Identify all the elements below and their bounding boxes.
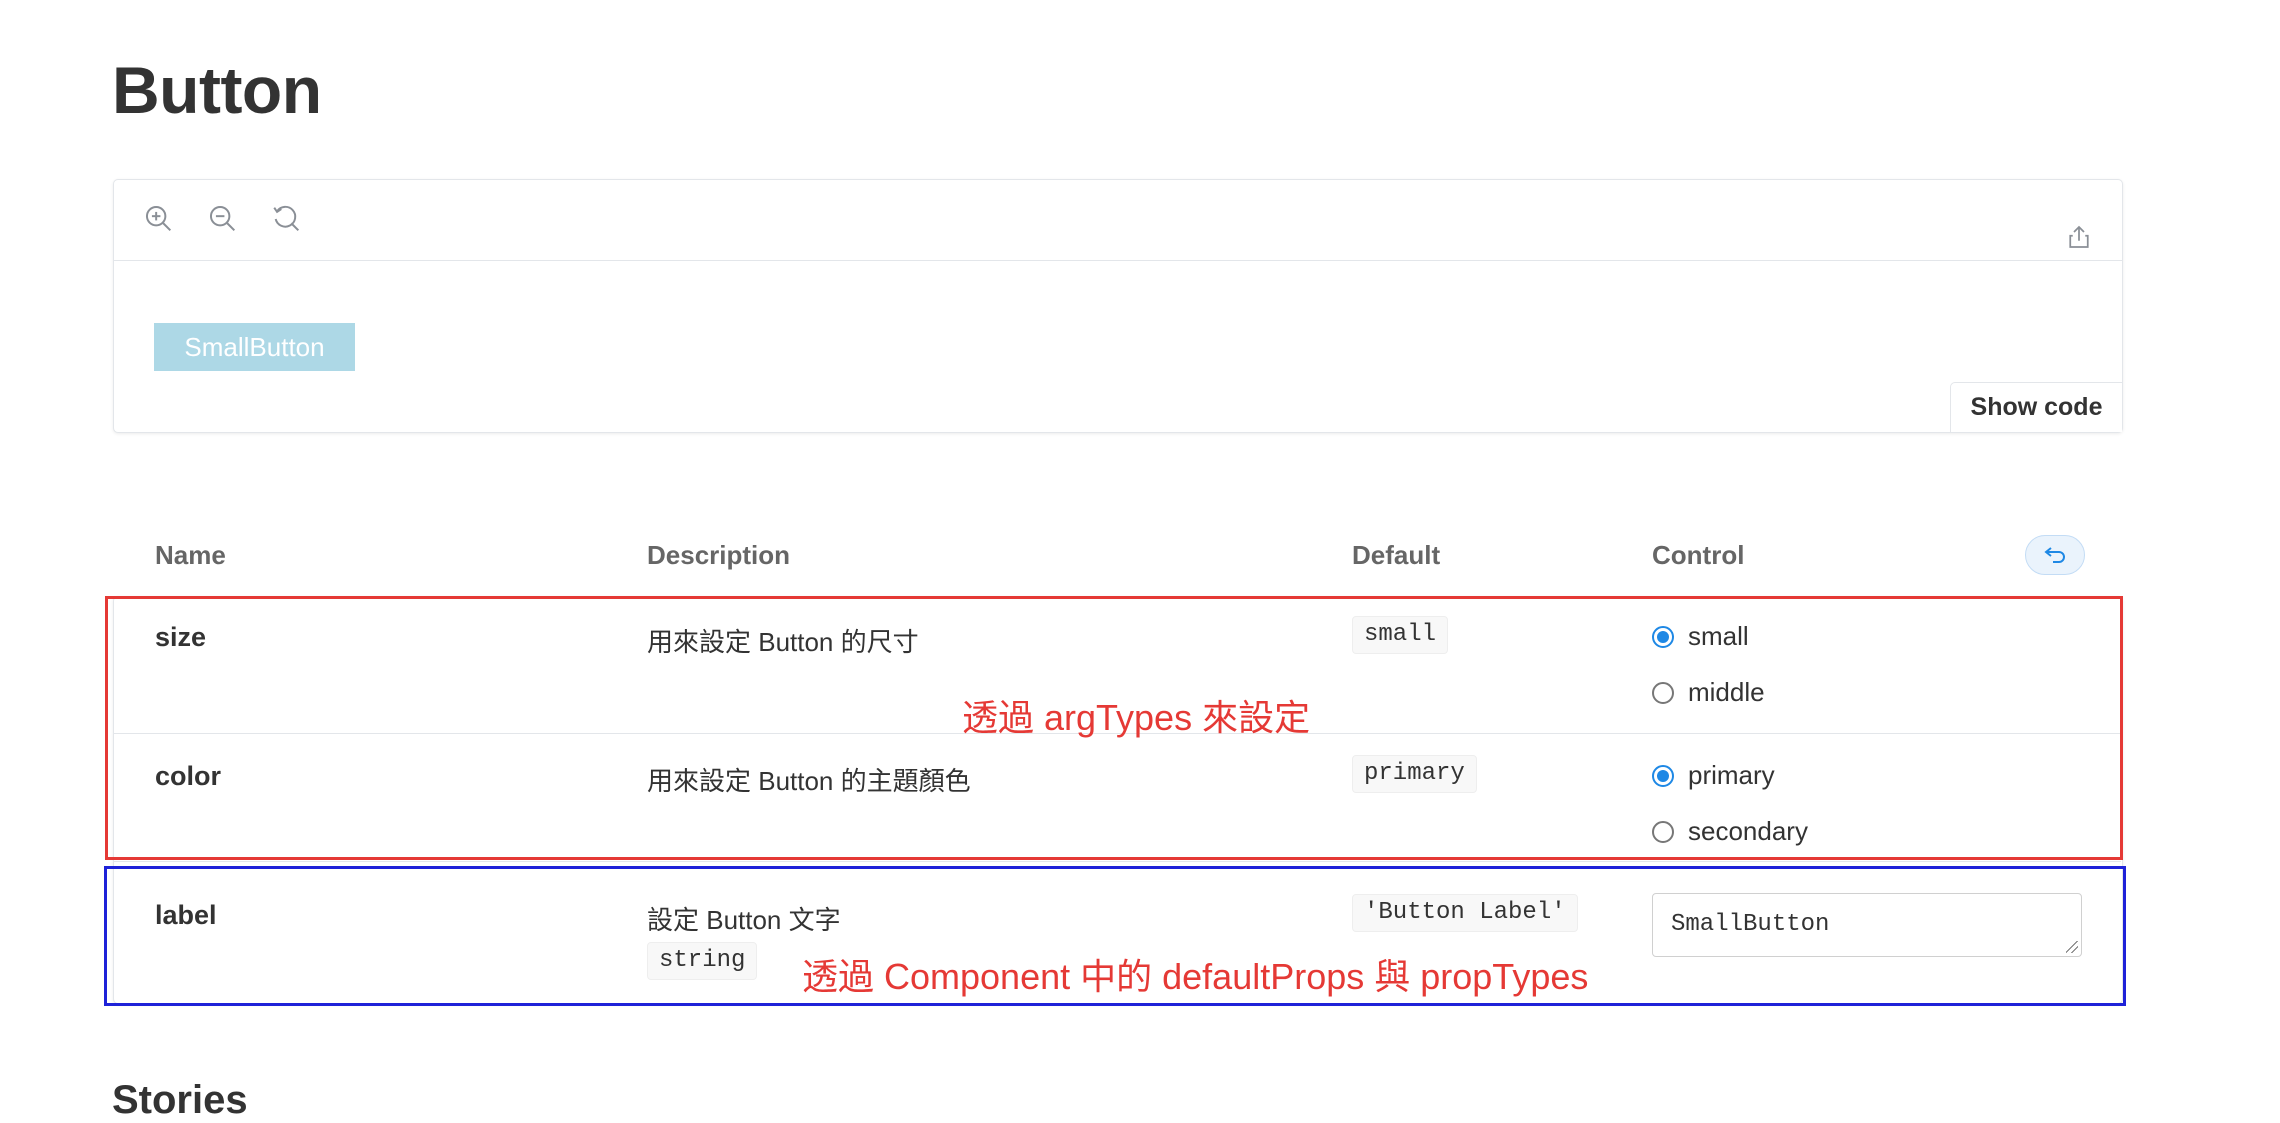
story-preview-canvas: SmallButton Show code xyxy=(113,179,2123,433)
row-divider xyxy=(113,861,2121,862)
annotation-blue-text: 透過 Component 中的 defaultProps 與 propTypes xyxy=(802,956,1589,997)
undo-icon xyxy=(2044,547,2065,563)
canvas-toolbar xyxy=(114,180,2122,261)
annotation-red-text: 透過 argTypes 來設定 xyxy=(962,697,1311,738)
zoom-in-icon[interactable] xyxy=(142,202,176,236)
column-header-control: Control xyxy=(1652,540,1745,570)
column-header-name: Name xyxy=(155,540,226,570)
show-code-button[interactable]: Show code xyxy=(1950,382,2122,432)
column-header-default: Default xyxy=(1352,540,1441,570)
share-icon[interactable] xyxy=(2064,222,2094,252)
reset-controls-button[interactable] xyxy=(2025,535,2085,575)
reset-zoom-icon[interactable] xyxy=(270,202,304,236)
column-header-description: Description xyxy=(647,540,791,570)
page-title: Button xyxy=(112,53,322,127)
preview-small-button[interactable]: SmallButton xyxy=(154,323,355,371)
next-section-title: Stories xyxy=(112,1078,248,1122)
zoom-out-icon[interactable] xyxy=(206,202,240,236)
